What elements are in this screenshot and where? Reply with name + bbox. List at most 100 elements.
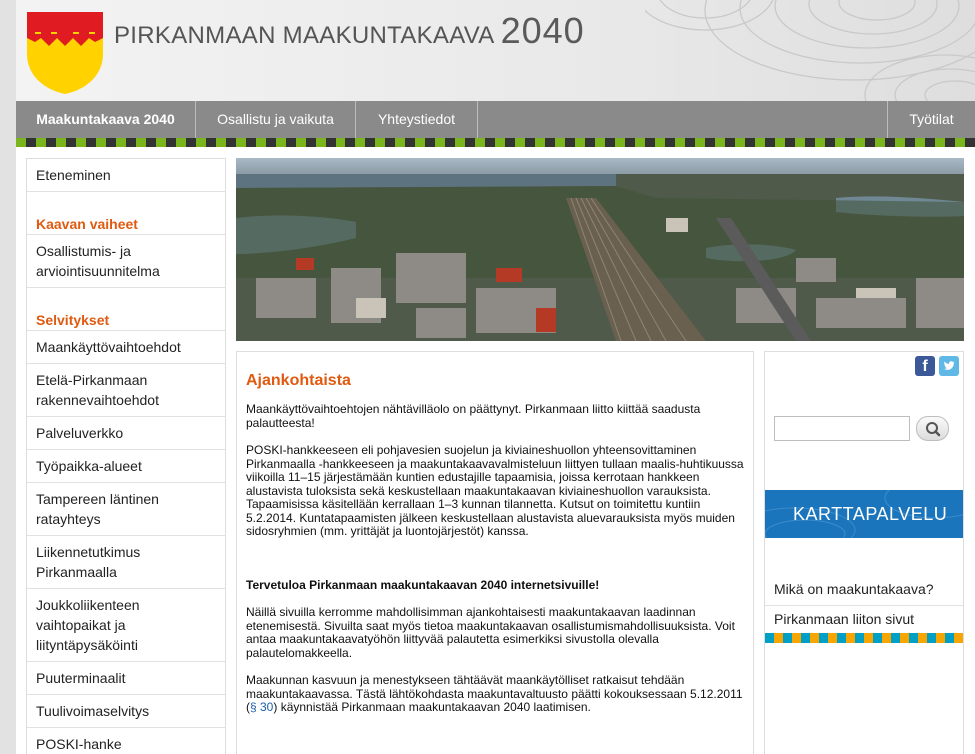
stripe-segment [645, 138, 655, 147]
stripe-segment [225, 138, 236, 147]
sidebar-heading-kaavan-vaiheet: Kaavan vaiheet [27, 192, 225, 235]
stripe-segment [934, 138, 945, 147]
sidebar: Eteneminen Kaavan vaiheet Osallistumis- … [26, 158, 226, 754]
stripe-segment [165, 138, 176, 147]
sidebar-item-osallistumis[interactable]: Osallistumis- ja arviointisuunnitelma [27, 235, 225, 288]
sidebar-item-poski[interactable]: POSKI-hanke [27, 728, 225, 754]
stripe-segment [155, 138, 166, 147]
site-title-main: PIRKANMAAN MAAKUNTAKAAVA [114, 22, 495, 49]
stripe-segment [635, 138, 646, 147]
sidebar-item-puuterminaalit[interactable]: Puuterminaalit [27, 662, 225, 695]
stripe-segment [465, 138, 476, 147]
stripe-segment [954, 138, 965, 147]
stripe-segment [175, 138, 186, 147]
content-paragraph-4: Maakunnan kasvuun ja menestykseen tähtää… [246, 673, 744, 715]
karttapalvelu-banner[interactable]: KARTTAPALVELU [765, 490, 963, 538]
sidebar-item-etela-pirkanmaan[interactable]: Etelä-Pirkanmaan rakennevaihtoehdot [27, 364, 225, 417]
sidebar-item-ratayhteys[interactable]: Tampereen läntinen ratayhteys [27, 483, 225, 536]
nav-item-tyotilat[interactable]: Työtilat [887, 101, 975, 138]
page-frame: PIRKANMAAN MAAKUNTAKAAVA 2040 Maakuntakaa… [16, 0, 975, 754]
section-30-link[interactable]: § 30 [250, 700, 273, 714]
search-input[interactable] [774, 416, 910, 441]
stripe-segment [846, 633, 855, 643]
stripe-segment [964, 138, 975, 147]
sidebar-item-palveluverkko[interactable]: Palveluverkko [27, 417, 225, 450]
stripe-segment [924, 138, 935, 147]
stripe-segment [625, 138, 636, 147]
stripe-segment [837, 633, 846, 643]
nav-item-osallistu[interactable]: Osallistu ja vaikuta [196, 101, 356, 138]
stripe-segment [105, 138, 116, 147]
stripe-segment [714, 138, 725, 147]
stripe-segment [810, 633, 819, 643]
sidebar-item-maankayttovaihtoehdot[interactable]: Maankäyttövaihtoehdot [27, 331, 225, 364]
stripe-segment [575, 138, 586, 147]
color-stripe [16, 138, 975, 147]
p4-text-after: ) käynnistää Pirkanmaan maakuntakaavan 2… [273, 700, 591, 714]
stripe-segment [595, 138, 606, 147]
stripe-segment [405, 138, 416, 147]
stripe-segment [844, 138, 855, 147]
stripe-segment [415, 138, 426, 147]
sidebar-item-eteneminen[interactable]: Eteneminen [27, 159, 225, 192]
stripe-segment [834, 138, 845, 147]
stripe-segment [95, 138, 106, 147]
stripe-segment [65, 138, 76, 147]
stripe-segment [744, 138, 755, 147]
stripe-segment [783, 633, 792, 643]
stripe-segment [734, 138, 745, 147]
stripe-segment [927, 633, 936, 643]
content-paragraph-2: POSKI-hankkeeseen eli pohjavesien suojel… [246, 443, 744, 538]
stripe-segment [425, 138, 436, 147]
sidebar-item-tyopaikka-alueet[interactable]: Työpaikka-alueet [27, 450, 225, 483]
stripe-segment [145, 138, 156, 147]
right-color-stripe [765, 633, 963, 643]
stripe-segment [395, 138, 406, 147]
pirkanmaa-crest-logo [27, 12, 103, 94]
stripe-segment [936, 633, 945, 643]
stripe-segment [55, 138, 66, 147]
stripe-segment [704, 138, 715, 147]
stripe-segment [16, 138, 26, 147]
stripe-segment [45, 138, 56, 147]
link-mika-on-maakuntakaava[interactable]: Mikä on maakuntakaava? [774, 581, 934, 597]
right-column: f KARTTAPALVELU Mikä on maakuntakaava? P… [764, 351, 964, 754]
stripe-segment [891, 633, 900, 643]
main-nav: Maakuntakaava 2040 Osallistu ja vaikuta … [16, 101, 975, 138]
site-title: PIRKANMAAN MAAKUNTAKAAVA 2040 [114, 10, 585, 52]
stripe-segment [25, 138, 36, 147]
stripe-segment [255, 138, 266, 147]
stripe-segment [565, 138, 576, 147]
sidebar-item-tuulivoima[interactable]: Tuulivoimaselvitys [27, 695, 225, 728]
stripe-segment [295, 138, 306, 147]
site-header: PIRKANMAAN MAAKUNTAKAAVA 2040 [16, 0, 975, 101]
stripe-segment [804, 138, 815, 147]
stripe-segment [245, 138, 256, 147]
twitter-icon[interactable] [939, 356, 959, 376]
stripe-segment [535, 138, 546, 147]
stripe-segment [764, 138, 775, 147]
nav-item-yhteystiedot[interactable]: Yhteystiedot [356, 101, 478, 138]
stripe-segment [35, 138, 46, 147]
sidebar-item-joukkoliikenne[interactable]: Joukkoliikenteen vaihtopaikat ja liitynt… [27, 589, 225, 662]
stripe-segment [305, 138, 316, 147]
stripe-segment [475, 138, 486, 147]
link-pirkanmaan-liiton-sivut[interactable]: Pirkanmaan liiton sivut [774, 611, 914, 627]
search-icon [926, 422, 941, 437]
sidebar-item-liikennetutkimus[interactable]: Liikennetutkimus Pirkanmaalla [27, 536, 225, 589]
stripe-segment [365, 138, 376, 147]
stripe-segment [954, 633, 963, 643]
stripe-segment [85, 138, 96, 147]
karttapalvelu-label: KARTTAPALVELU [793, 504, 948, 524]
content-heading: Ajankohtaista [246, 372, 351, 389]
stripe-segment [605, 138, 616, 147]
facebook-icon[interactable]: f [915, 356, 935, 376]
nav-item-maakuntakaava[interactable]: Maakuntakaava 2040 [16, 101, 196, 138]
search-button[interactable] [916, 416, 949, 441]
stripe-segment [125, 138, 136, 147]
stripe-segment [335, 138, 346, 147]
stripe-segment [824, 138, 835, 147]
stripe-segment [435, 138, 446, 147]
stripe-segment [854, 138, 865, 147]
